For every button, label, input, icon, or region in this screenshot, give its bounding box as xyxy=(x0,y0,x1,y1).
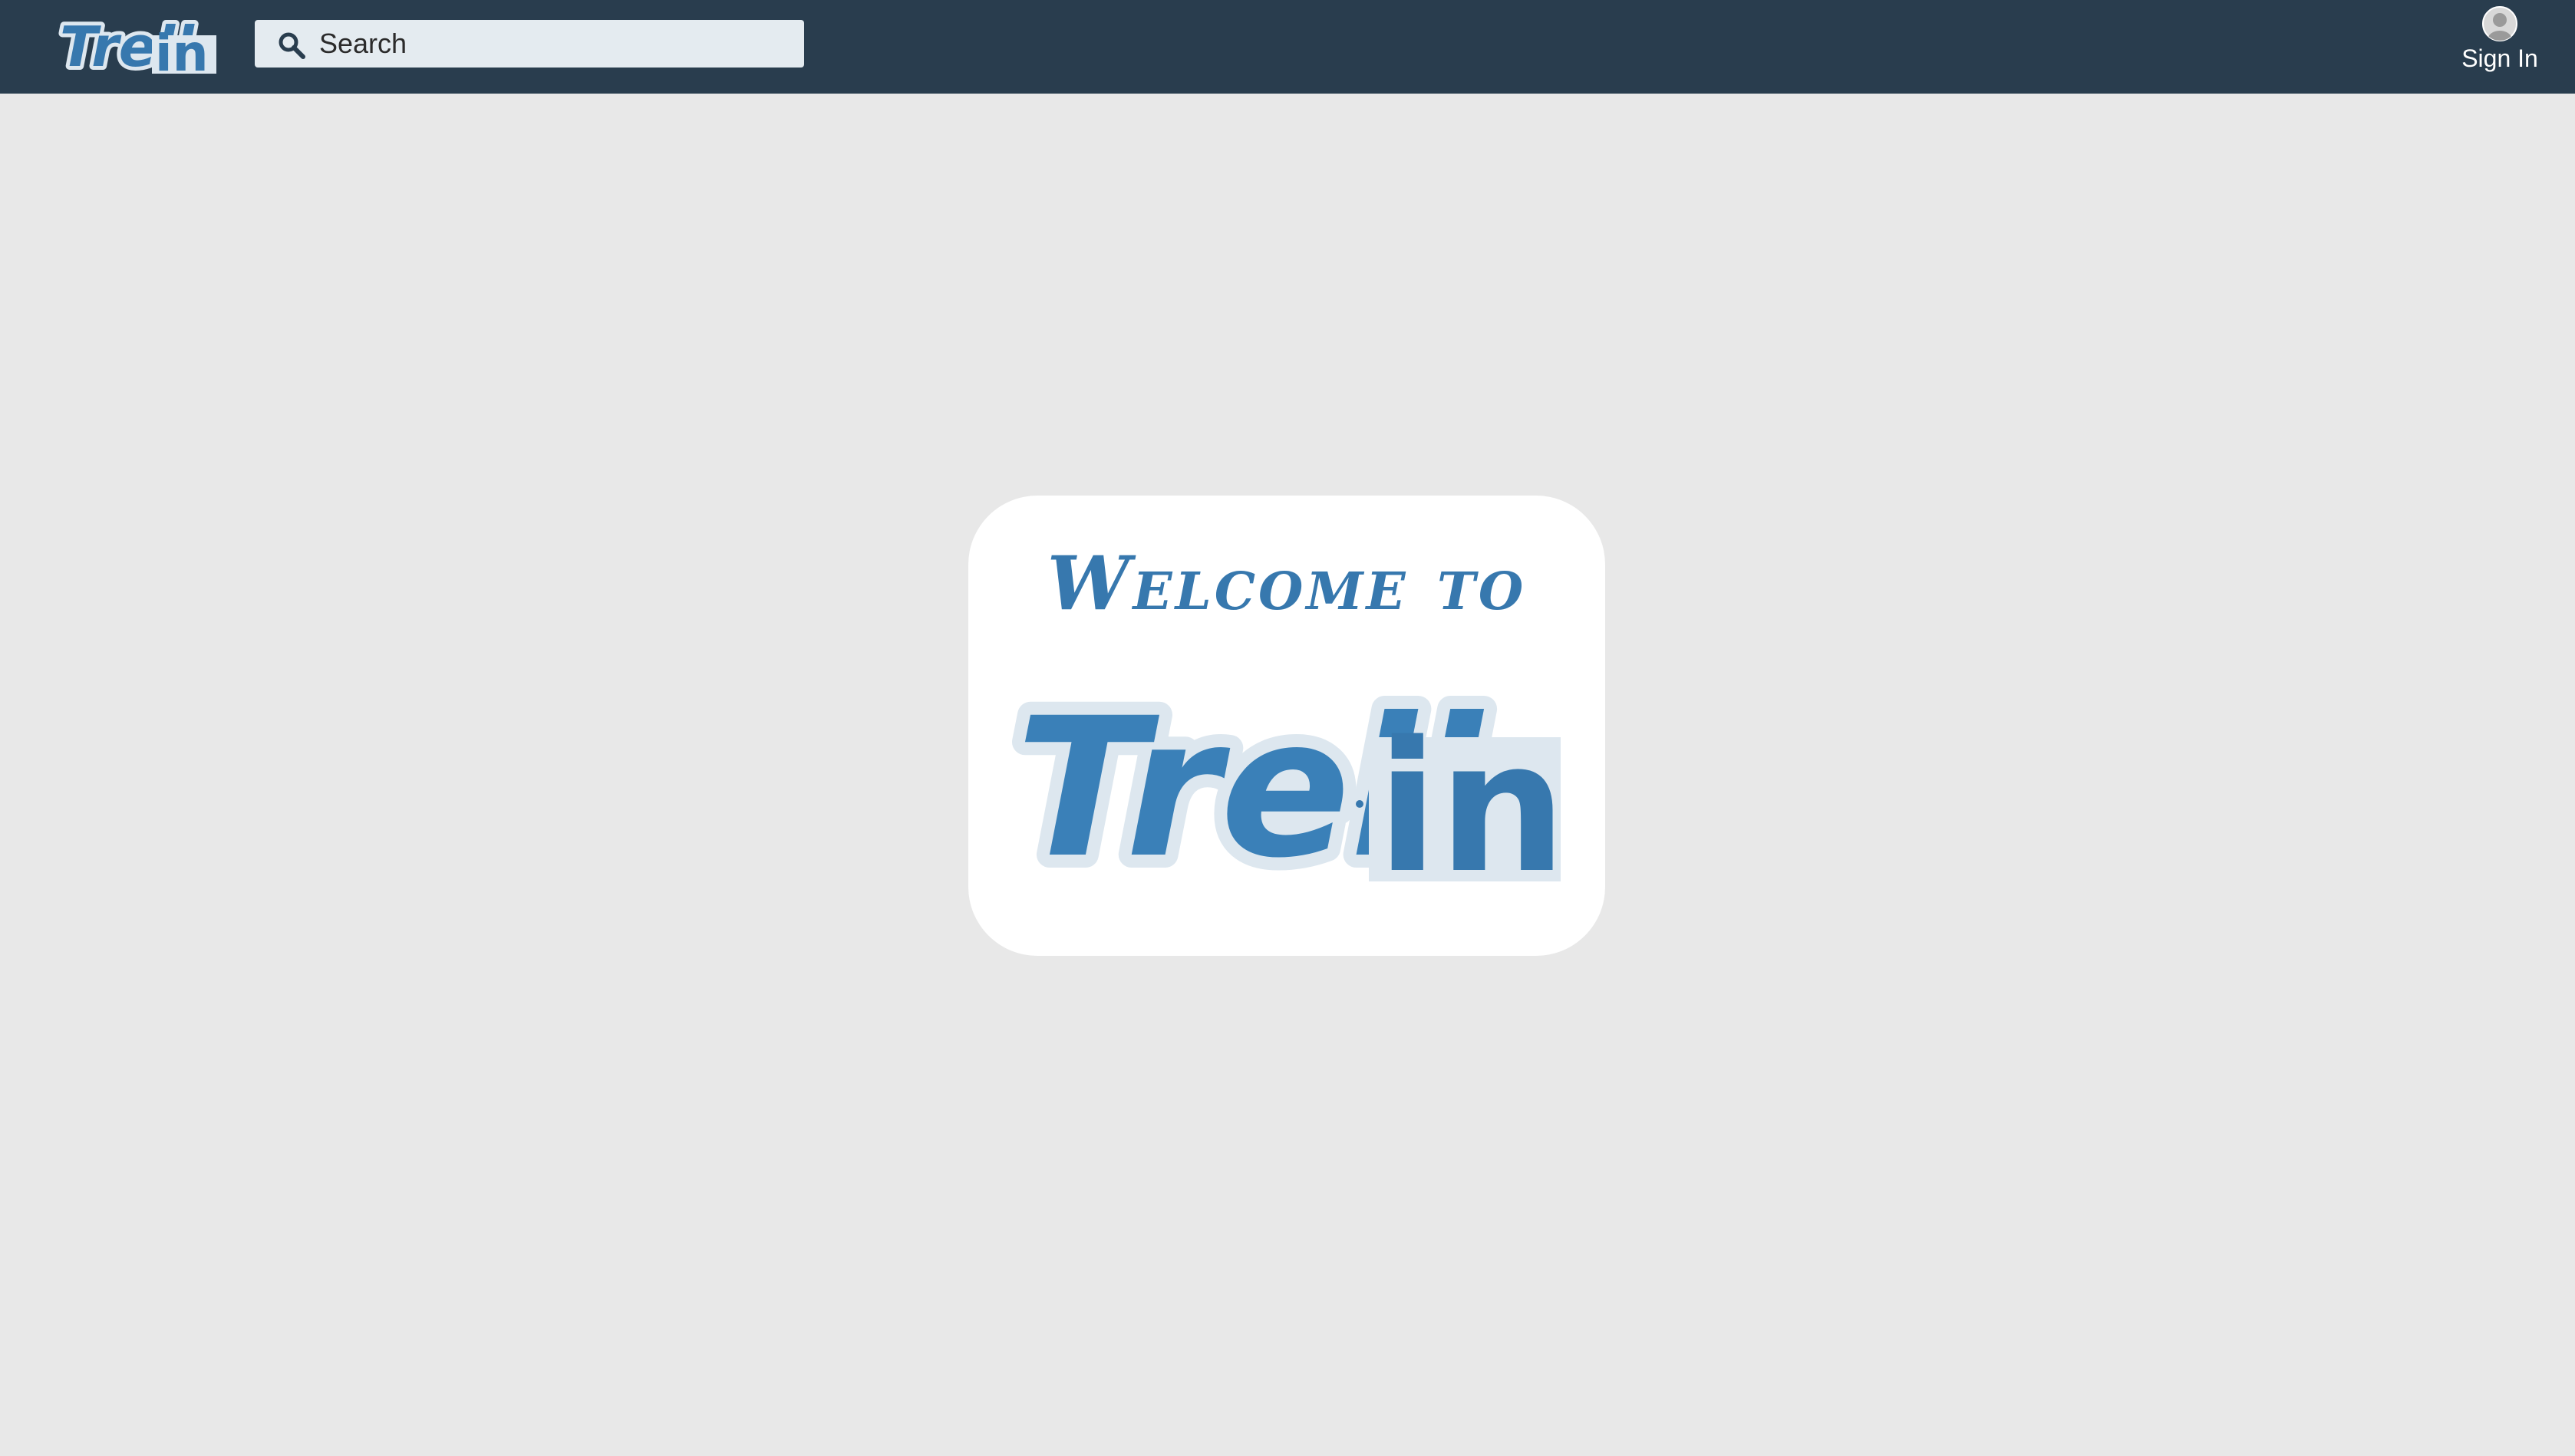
welcome-logo: Trell Trell in xyxy=(1008,664,1561,894)
sign-in-button[interactable]: Sign In xyxy=(2454,6,2546,83)
welcome-heading: Welcome to xyxy=(1047,540,1527,627)
user-avatar-icon xyxy=(2482,6,2517,41)
svg-text:in: in xyxy=(155,24,209,80)
sign-in-label: Sign In xyxy=(2461,44,2538,72)
welcome-card: Welcome to Trell Trell in xyxy=(968,496,1605,956)
search-input[interactable] xyxy=(319,25,780,63)
search-icon xyxy=(279,32,305,59)
search-bar[interactable] xyxy=(255,20,804,68)
svg-text:in: in xyxy=(1377,703,1561,894)
brand-logo[interactable]: Trell Trell in xyxy=(57,9,218,80)
top-navigation-bar: Trell Trell in Sign In xyxy=(0,0,2575,94)
